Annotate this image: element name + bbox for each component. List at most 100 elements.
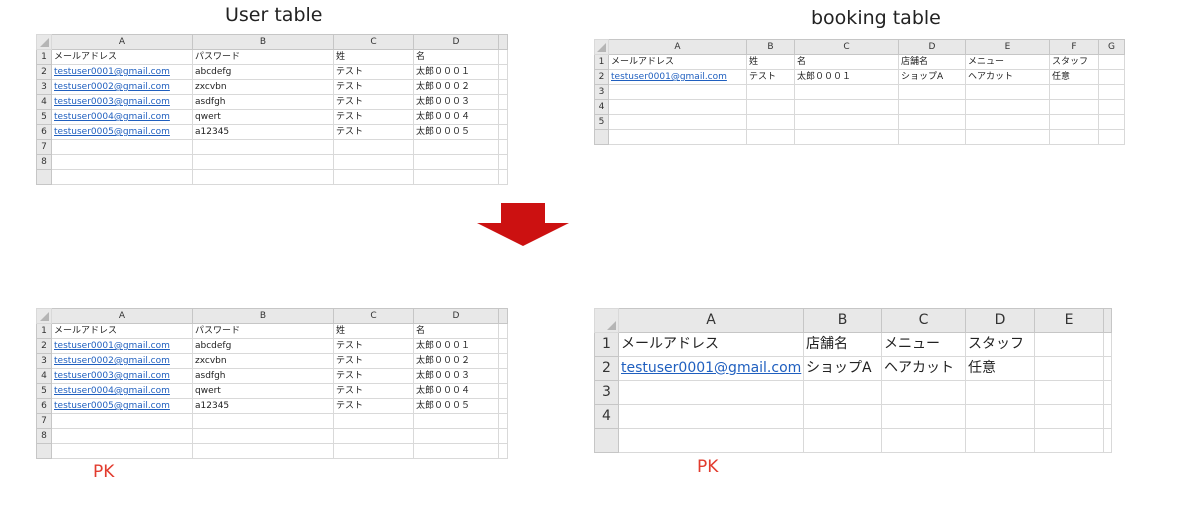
email-link[interactable]: testuser0001@gmail.com [608,69,747,85]
table-cell[interactable] [498,64,508,80]
row-header[interactable]: 2 [594,356,619,381]
column-header[interactable]: F [1049,39,1099,55]
header-cell[interactable] [1034,332,1104,357]
row-header[interactable]: 2 [594,69,609,85]
row-header[interactable] [36,443,52,459]
table-cell[interactable]: 太郎０００１ [413,64,499,80]
table-cell[interactable] [608,114,747,130]
table-cell[interactable] [898,129,966,145]
table-cell[interactable] [498,169,508,185]
table-cell[interactable] [881,404,966,429]
row-header[interactable]: 3 [36,79,52,95]
column-header[interactable]: C [333,308,414,324]
email-link[interactable]: testuser0001@gmail.com [618,356,804,381]
email-link[interactable]: testuser0001@gmail.com [51,64,193,80]
column-header[interactable]: B [192,308,334,324]
email-link[interactable]: testuser0004@gmail.com [51,383,193,399]
column-header[interactable]: A [51,34,193,50]
email-link[interactable]: testuser0002@gmail.com [51,353,193,369]
table-cell[interactable] [51,443,193,459]
header-cell[interactable]: 店舗名 [803,332,882,357]
column-header[interactable]: D [898,39,966,55]
column-header[interactable]: G [1098,39,1125,55]
table-cell[interactable] [1098,69,1125,85]
table-cell[interactable]: テスト [333,94,414,110]
table-cell[interactable] [498,124,508,140]
table-cell[interactable] [1103,404,1112,429]
table-cell[interactable] [965,129,1050,145]
table-cell[interactable]: 太郎０００４ [413,109,499,125]
table-cell[interactable] [794,99,899,115]
row-header[interactable]: 1 [36,49,52,65]
table-cell[interactable] [498,428,508,444]
table-cell[interactable] [965,114,1050,130]
header-cell[interactable]: メールアドレス [608,54,747,70]
row-header[interactable]: 6 [36,398,52,414]
email-link[interactable]: testuser0003@gmail.com [51,368,193,384]
header-cell[interactable]: 名 [794,54,899,70]
table-cell[interactable] [1049,84,1099,100]
column-header[interactable]: E [965,39,1050,55]
header-cell[interactable]: 姓 [746,54,795,70]
table-cell[interactable] [746,84,795,100]
table-cell[interactable] [333,169,414,185]
table-cell[interactable] [498,353,508,369]
table-cell[interactable] [333,443,414,459]
table-cell[interactable] [608,129,747,145]
table-cell[interactable]: abcdefg [192,64,334,80]
table-cell[interactable] [1034,428,1104,453]
table-cell[interactable] [803,404,882,429]
table-cell[interactable] [1103,380,1112,405]
header-cell[interactable]: メニュー [881,332,966,357]
table-cell[interactable] [1034,380,1104,405]
column-header[interactable]: E [1034,308,1104,333]
table-cell[interactable]: ヘアカット [881,356,966,381]
table-cell[interactable]: 太郎０００２ [413,353,499,369]
row-header[interactable]: 3 [594,84,609,100]
row-header[interactable]: 1 [594,54,609,70]
row-header[interactable]: 5 [594,114,609,130]
table-cell[interactable] [898,114,966,130]
select-all-corner[interactable] [594,308,619,333]
table-cell[interactable]: テスト [333,383,414,399]
table-cell[interactable]: テスト [333,124,414,140]
table-cell[interactable] [413,413,499,429]
header-cell[interactable]: 姓 [333,49,414,65]
table-cell[interactable] [333,154,414,170]
table-cell[interactable]: a12345 [192,124,334,140]
table-cell[interactable] [498,443,508,459]
row-header[interactable]: 2 [36,338,52,354]
row-header[interactable]: 1 [36,323,52,339]
table-cell[interactable] [608,84,747,100]
table-cell[interactable]: ショップA [803,356,882,381]
table-cell[interactable]: 太郎０００１ [794,69,899,85]
column-header[interactable] [498,34,508,50]
header-cell[interactable] [1098,54,1125,70]
column-header[interactable]: D [413,34,499,50]
table-cell[interactable] [333,139,414,155]
table-cell[interactable] [1098,84,1125,100]
column-header[interactable]: A [608,39,747,55]
header-cell[interactable]: スタッフ [1049,54,1099,70]
table-cell[interactable] [746,114,795,130]
table-cell[interactable] [794,129,899,145]
table-cell[interactable] [413,428,499,444]
row-header[interactable]: 4 [594,99,609,115]
row-header[interactable]: 8 [36,428,52,444]
table-cell[interactable] [1034,404,1104,429]
header-cell[interactable]: 姓 [333,323,414,339]
column-header[interactable] [498,308,508,324]
table-cell[interactable]: zxcvbn [192,353,334,369]
row-header[interactable]: 5 [36,383,52,399]
table-cell[interactable]: abcdefg [192,338,334,354]
table-cell[interactable] [413,443,499,459]
table-cell[interactable]: テスト [333,353,414,369]
table-cell[interactable] [965,380,1035,405]
select-all-corner[interactable] [594,39,609,55]
email-link[interactable]: testuser0003@gmail.com [51,94,193,110]
table-cell[interactable] [1103,356,1112,381]
table-cell[interactable]: ヘアカット [965,69,1050,85]
table-cell[interactable]: 太郎０００３ [413,368,499,384]
column-header[interactable]: A [51,308,193,324]
email-link[interactable]: testuser0005@gmail.com [51,398,193,414]
